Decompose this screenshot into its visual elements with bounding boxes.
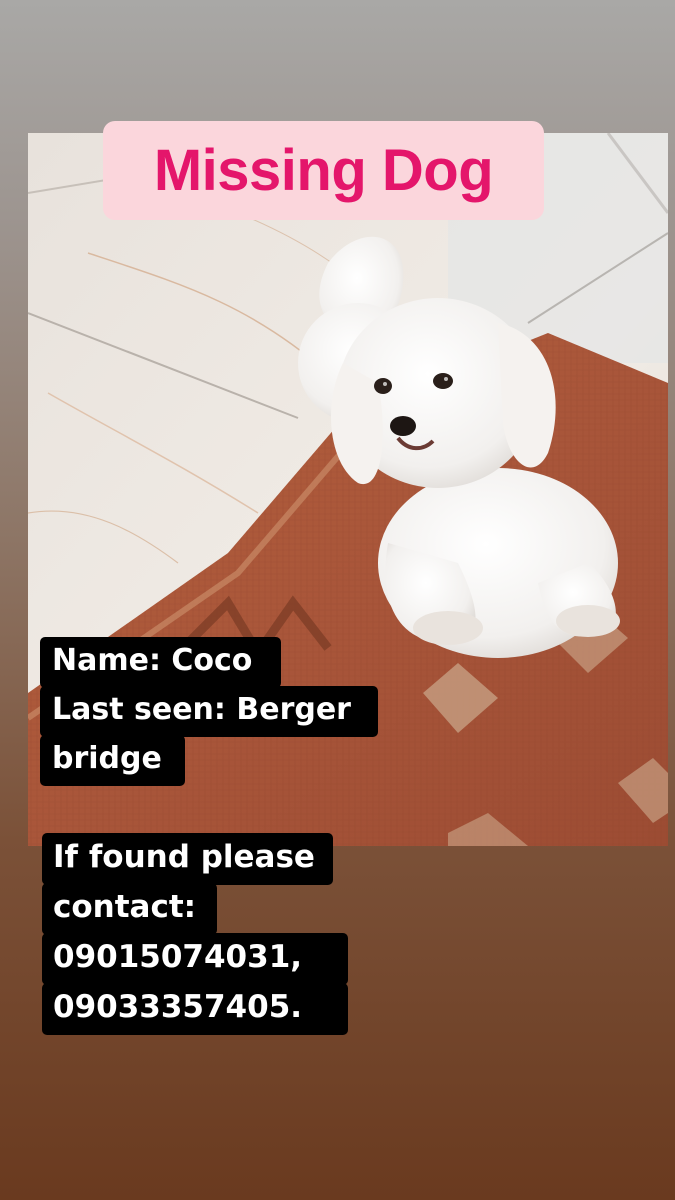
phone-caption-2: 09033357405. [42,983,348,1035]
last-seen-text: Last seen: Berger [52,692,351,727]
contact-line1-text: If found please [53,839,315,875]
contact-caption-line1: If found please [42,833,333,885]
contact-caption-line2: contact: [42,883,217,935]
page-title: Missing Dog [153,138,494,203]
contact-line2-text: contact: [53,889,197,925]
title-sticker: Missing Dog [103,121,544,220]
last-seen-caption: Last seen: Berger [40,686,378,737]
phone-number-1: 09015074031, [53,939,303,975]
last-seen-cont-text: bridge [52,741,162,776]
name-text: Name: Coco [52,643,253,678]
name-caption: Name: Coco [40,637,281,688]
phone-caption-1: 09015074031, [42,933,348,985]
phone-number-2: 09033357405. [53,989,303,1025]
last-seen-caption-cont: bridge [40,735,185,786]
